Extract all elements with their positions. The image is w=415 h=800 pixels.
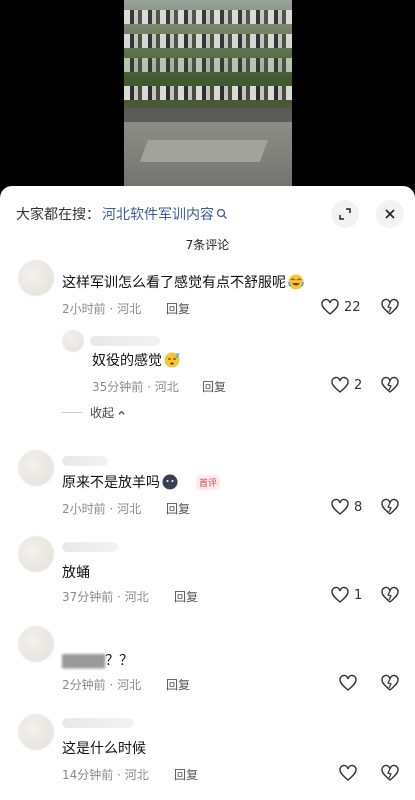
heart-icon xyxy=(331,376,349,393)
heart-icon xyxy=(339,764,357,781)
search-suggestion[interactable]: 大家都在搜： 河北软件军训内容 xyxy=(16,204,228,224)
crowd-row xyxy=(124,10,292,24)
divider xyxy=(62,412,82,413)
first-comment-badge: 首评 xyxy=(196,475,221,490)
crowd-row xyxy=(124,86,292,100)
close-button[interactable] xyxy=(376,200,404,228)
crowd-row xyxy=(124,58,292,72)
crowd-row xyxy=(124,34,292,48)
dislike-icon[interactable] xyxy=(380,674,400,692)
heart-icon xyxy=(321,298,339,315)
reply-button[interactable]: 回复 xyxy=(166,500,190,517)
wall xyxy=(124,108,292,122)
expand-button[interactable] xyxy=(331,200,359,228)
expand-icon xyxy=(339,208,351,220)
video-thumbnail[interactable] xyxy=(124,0,292,200)
sleepy-emoji xyxy=(164,352,180,368)
reply-button[interactable]: 回复 xyxy=(166,676,190,693)
heart-icon xyxy=(339,674,357,691)
comment-sheet: 大家都在搜： 河北软件军训内容 7条评论 这样军训怎么看了感觉有点不舒服呢 2小… xyxy=(0,186,415,800)
reply-button[interactable]: 回复 xyxy=(174,588,198,605)
search-icon xyxy=(216,208,227,219)
comment-count: 7条评论 xyxy=(185,238,230,252)
comment-meta: 35分钟前 · 河北 xyxy=(92,380,179,394)
chevron-up-icon xyxy=(118,410,125,415)
comment-text: 放蛹 xyxy=(62,565,90,581)
comment-text: 这是什么时候 xyxy=(62,741,146,757)
dislike-icon[interactable] xyxy=(380,586,400,604)
roof-slab xyxy=(139,140,269,162)
collapse-label: 收起 xyxy=(90,406,115,420)
heart-icon xyxy=(331,586,349,603)
comment-text: 原来不是放羊吗 xyxy=(62,472,178,492)
dislike-icon[interactable] xyxy=(380,376,400,394)
face-emoji xyxy=(162,474,178,490)
blurred-text: ▇▇▇▇ xyxy=(62,653,106,669)
like-button[interactable] xyxy=(338,764,358,782)
close-icon xyxy=(385,209,395,219)
search-term[interactable]: 河北软件军训内容 xyxy=(102,204,214,224)
avatar[interactable] xyxy=(18,626,54,662)
comment-meta: 2分钟前 · 河北 xyxy=(62,678,142,692)
like-count: 2 xyxy=(354,377,363,393)
reply-button[interactable]: 回复 xyxy=(166,300,190,317)
reply-button[interactable]: 回复 xyxy=(174,766,198,783)
like-button[interactable]: 2 xyxy=(330,376,362,394)
avatar[interactable] xyxy=(62,330,84,352)
collapse-replies[interactable]: 收起 xyxy=(62,404,126,421)
comment-meta: 2小时前 · 河北 xyxy=(62,502,142,516)
dislike-icon[interactable] xyxy=(380,764,400,782)
dislike-icon[interactable] xyxy=(380,298,400,316)
like-button[interactable] xyxy=(338,674,358,692)
avatar[interactable] xyxy=(18,260,54,296)
comment-meta: 37分钟前 · 河北 xyxy=(62,590,149,604)
blurred-username xyxy=(62,456,108,466)
like-count: 1 xyxy=(354,587,363,603)
blurred-username xyxy=(90,336,160,346)
video-area[interactable] xyxy=(0,0,415,200)
reply-button[interactable]: 回复 xyxy=(202,378,226,395)
heart-icon xyxy=(331,498,349,515)
like-count: 8 xyxy=(354,499,363,515)
laugh-cry-emoji xyxy=(288,274,304,290)
dislike-icon[interactable] xyxy=(380,498,400,516)
comment-meta: 2小时前 · 河北 xyxy=(62,302,142,316)
comment-text: 奴役的感觉 xyxy=(92,350,180,370)
blurred-username xyxy=(62,718,134,728)
search-prefix: 大家都在搜： xyxy=(16,207,100,223)
avatar[interactable] xyxy=(18,450,54,486)
comment-text: 这样军训怎么看了感觉有点不舒服呢 xyxy=(62,272,304,292)
avatar[interactable] xyxy=(18,536,54,572)
comment-text: ▇▇▇▇？？ xyxy=(62,653,134,669)
comment-meta: 14分钟前 · 河北 xyxy=(62,768,149,782)
like-button[interactable]: 22 xyxy=(320,298,361,316)
like-button[interactable]: 1 xyxy=(330,586,362,604)
like-button[interactable]: 8 xyxy=(330,498,362,516)
like-count: 22 xyxy=(344,299,361,315)
blurred-username xyxy=(62,542,118,552)
avatar[interactable] xyxy=(18,714,54,750)
